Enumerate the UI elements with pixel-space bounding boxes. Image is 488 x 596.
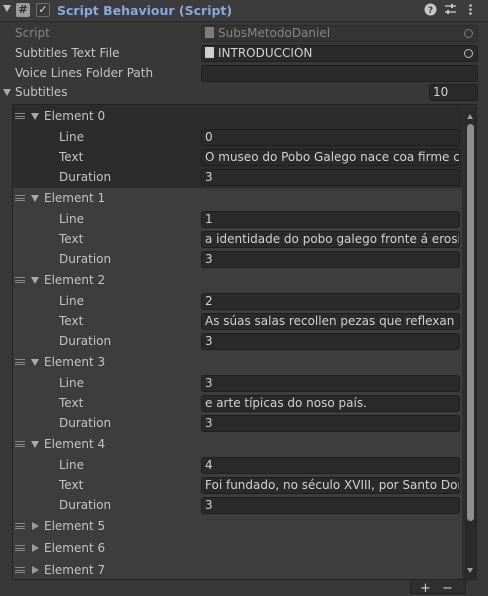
text-label: Text bbox=[59, 232, 84, 246]
subtitles-size-input[interactable]: 10 bbox=[429, 84, 478, 101]
text-label: Text bbox=[59, 478, 84, 492]
element-fold-icon[interactable] bbox=[32, 566, 39, 574]
line-label: Line bbox=[59, 212, 85, 226]
presets-icon[interactable] bbox=[443, 3, 457, 17]
text-input[interactable]: O museo do Pobo Galego nace coa firme co… bbox=[201, 149, 460, 166]
line-input[interactable]: 3 bbox=[201, 375, 460, 392]
element-fold-icon[interactable] bbox=[31, 359, 39, 366]
subtitles-file-value: INTRODUCCIÓN bbox=[218, 46, 313, 60]
duration-input[interactable]: 3 bbox=[201, 415, 460, 432]
drag-handle-icon[interactable] bbox=[15, 359, 25, 365]
line-input[interactable]: 2 bbox=[201, 293, 460, 310]
subtitles-label: Subtitles bbox=[15, 85, 68, 99]
duration-input[interactable]: 3 bbox=[201, 251, 460, 268]
drag-handle-icon[interactable] bbox=[15, 277, 25, 283]
element-fold-icon[interactable] bbox=[31, 277, 39, 284]
more-icon[interactable] bbox=[463, 3, 477, 17]
element-label[interactable]: Element 1 bbox=[44, 191, 105, 205]
duration-label: Duration bbox=[59, 170, 112, 184]
line-label: Line bbox=[59, 294, 85, 308]
duration-label: Duration bbox=[59, 498, 112, 512]
drag-handle-icon[interactable] bbox=[15, 545, 25, 551]
element-fold-icon[interactable] bbox=[31, 113, 39, 120]
component-header: # ✓ Script Behaviour (Script) ? bbox=[0, 0, 488, 22]
line-input[interactable]: 1 bbox=[201, 211, 460, 228]
script-file-icon bbox=[205, 27, 214, 38]
drag-handle-icon[interactable] bbox=[15, 195, 25, 201]
subtitles-file-field[interactable]: INTRODUCCIÓN bbox=[201, 45, 478, 62]
subtitles-fold-icon[interactable] bbox=[3, 89, 11, 96]
text-input[interactable]: As súas salas recollen pezas que reflexa… bbox=[201, 313, 460, 330]
list-footer bbox=[410, 580, 466, 594]
help-icon[interactable]: ? bbox=[423, 3, 437, 17]
duration-input[interactable]: 3 bbox=[201, 333, 460, 350]
text-label: Text bbox=[59, 150, 84, 164]
element-label[interactable]: Element 3 bbox=[44, 355, 105, 369]
scroll-down-icon[interactable] bbox=[467, 568, 473, 573]
line-label: Line bbox=[59, 376, 85, 390]
drag-handle-icon[interactable] bbox=[15, 441, 25, 447]
element-label[interactable]: Element 4 bbox=[44, 437, 105, 451]
drag-handle-icon[interactable] bbox=[15, 523, 25, 529]
component-enabled-checkbox[interactable]: ✓ bbox=[36, 3, 50, 17]
duration-input[interactable]: 3 bbox=[201, 169, 460, 186]
remove-element-button[interactable]: − bbox=[442, 582, 453, 595]
script-field: SubsMetodoDaniel bbox=[201, 25, 478, 42]
component-fold-icon[interactable] bbox=[3, 5, 11, 12]
duration-input[interactable]: 3 bbox=[201, 497, 460, 514]
text-input[interactable]: a identidade do pobo galego fronte á ero… bbox=[201, 231, 460, 248]
text-input[interactable]: Foi fundado, no século XVIII, por Santo … bbox=[201, 477, 460, 494]
scrollbar-thumb[interactable] bbox=[467, 124, 474, 521]
text-input[interactable]: e arte típicas do noso país. bbox=[201, 395, 460, 412]
element-fold-icon[interactable] bbox=[32, 522, 39, 530]
element-fold-icon[interactable] bbox=[31, 441, 39, 448]
text-asset-icon bbox=[205, 47, 214, 58]
duration-label: Duration bbox=[59, 416, 112, 430]
line-input[interactable]: 4 bbox=[201, 457, 460, 474]
duration-label: Duration bbox=[59, 252, 112, 266]
element-label[interactable]: Element 2 bbox=[44, 273, 105, 287]
scroll-up-icon[interactable] bbox=[467, 114, 473, 119]
element-label[interactable]: Element 0 bbox=[44, 109, 105, 123]
object-picker-icon[interactable] bbox=[464, 49, 473, 58]
drag-handle-icon[interactable] bbox=[15, 113, 25, 119]
subtitles-file-label: Subtitles Text File bbox=[15, 46, 120, 60]
line-input[interactable]: 0 bbox=[201, 129, 460, 146]
text-label: Text bbox=[59, 314, 84, 328]
drag-handle-icon[interactable] bbox=[15, 567, 25, 573]
add-element-button[interactable]: + bbox=[420, 582, 431, 595]
script-icon: # bbox=[16, 3, 30, 17]
element-fold-icon[interactable] bbox=[32, 544, 39, 552]
script-label: Script bbox=[15, 26, 50, 40]
line-label: Line bbox=[59, 458, 85, 472]
voice-folder-label: Voice Lines Folder Path bbox=[15, 66, 154, 80]
svg-text:?: ? bbox=[427, 6, 432, 16]
element-label[interactable]: Element 7 bbox=[44, 563, 105, 577]
script-field-value: SubsMetodoDaniel bbox=[218, 26, 331, 40]
element-label[interactable]: Element 6 bbox=[44, 541, 105, 555]
duration-label: Duration bbox=[59, 334, 112, 348]
element-fold-icon[interactable] bbox=[31, 195, 39, 202]
voice-folder-input[interactable] bbox=[201, 65, 478, 82]
line-label: Line bbox=[59, 130, 85, 144]
text-label: Text bbox=[59, 396, 84, 410]
component-title: Script Behaviour (Script) bbox=[57, 3, 233, 18]
object-picker-icon bbox=[464, 29, 473, 38]
element-label[interactable]: Element 5 bbox=[44, 519, 105, 533]
